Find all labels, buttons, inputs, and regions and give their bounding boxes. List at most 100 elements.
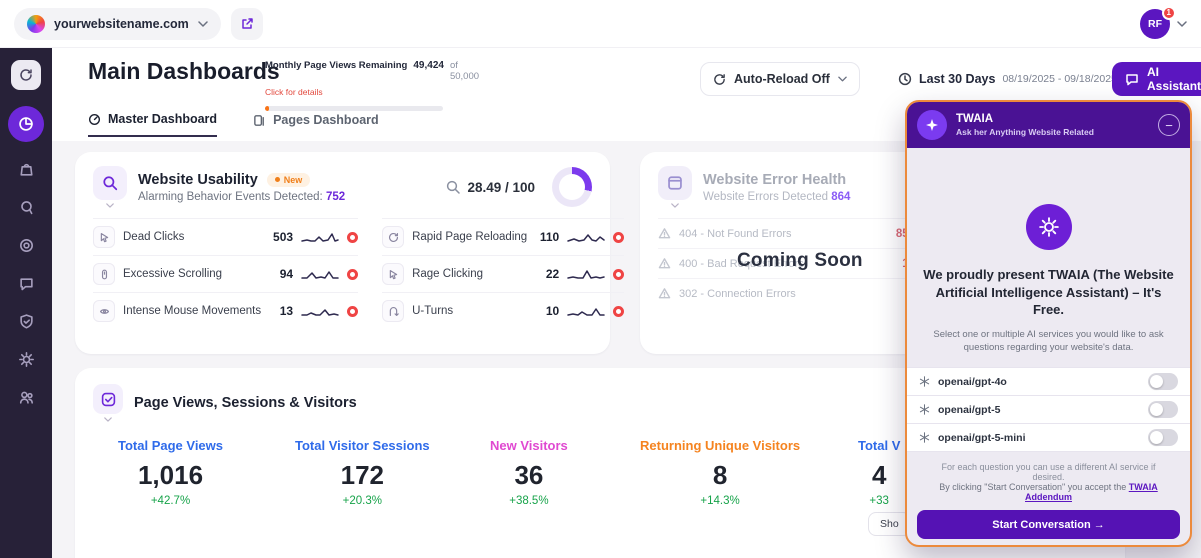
error-row: 404 - Not Found Errors 852 xyxy=(658,218,930,248)
metric-change: +42.7% xyxy=(151,495,190,507)
dashboard-tabs: Master Dashboard Pages Dashboard xyxy=(88,112,379,137)
metric-column: Total Visitor Sessions 172 +20.3% xyxy=(295,438,430,507)
alert-dot-icon xyxy=(613,232,624,243)
spiral-icon xyxy=(19,200,34,215)
sidebar-item-behavior[interactable] xyxy=(17,198,35,216)
expand-chevron-icon[interactable] xyxy=(671,203,679,208)
sidebar-item-collapse[interactable] xyxy=(11,60,41,90)
metric-label: U-Turns xyxy=(412,305,527,317)
usability-row: Excessive Scrolling 94 xyxy=(93,255,358,292)
shield-icon xyxy=(19,314,34,329)
metric-label: Total V xyxy=(858,438,900,453)
alert-dot-icon xyxy=(613,306,624,317)
error-label: 302 - Connection Errors xyxy=(679,288,901,300)
notification-badge: 1 xyxy=(1162,6,1176,20)
usability-row: Rage Clicking 22 xyxy=(382,255,624,292)
metric-value: 4 xyxy=(872,460,886,491)
twaia-subtitle: Ask her Anything Website Related xyxy=(956,127,1094,137)
auto-reload-dropdown[interactable]: Auto-Reload Off xyxy=(700,62,860,96)
sparkline-chart xyxy=(301,231,339,244)
page-title: Main Dashboards xyxy=(88,58,280,85)
quota-value: 49,424 xyxy=(413,60,444,71)
sidebar-item-ecommerce[interactable] xyxy=(17,160,35,178)
metric-value: 8 xyxy=(713,460,727,491)
quota-label: Monthly Page Views Remaining xyxy=(265,60,407,71)
metric-value: 10 xyxy=(535,304,559,318)
minimize-button[interactable]: − xyxy=(1158,114,1180,136)
tab-pages-dashboard[interactable]: Pages Dashboard xyxy=(253,112,379,137)
sidebar-item-visitors[interactable] xyxy=(17,388,35,406)
card-title: Website Error Health xyxy=(703,172,846,188)
avatar[interactable]: RF 1 xyxy=(1140,9,1170,39)
sparkline-chart xyxy=(567,305,605,318)
site-selector[interactable]: yourwebsitename.com xyxy=(14,8,221,40)
app-window: yourwebsitename.com RF 1 xyxy=(0,0,1201,558)
metric-label: Returning Unique Visitors xyxy=(640,438,800,453)
sparkline-chart xyxy=(567,268,605,281)
pointer-icon xyxy=(382,226,404,248)
usability-row: Intense Mouse Movements 13 xyxy=(93,292,358,329)
metric-label: New Visitors xyxy=(490,438,568,453)
date-range-label: Last 30 Days xyxy=(919,72,995,86)
mouse-icon xyxy=(93,300,115,322)
sidebar-item-communication[interactable] xyxy=(17,274,35,292)
external-link-icon xyxy=(240,17,254,31)
toggle-switch[interactable] xyxy=(1148,373,1178,390)
usability-card-icon xyxy=(93,166,127,200)
sidebar-item-dashboard[interactable] xyxy=(8,106,44,142)
chat-bubble-icon xyxy=(1125,72,1139,86)
gauge-icon xyxy=(88,113,101,126)
ai-service-label: openai/gpt-4o xyxy=(938,376,1007,388)
usability-score: 28.49 / 100 xyxy=(446,180,535,195)
metric-column: Returning Unique Visitors 8 +14.3% xyxy=(640,438,800,507)
badge-label: New xyxy=(284,175,303,185)
ai-service-row: openai/gpt-5 xyxy=(907,396,1190,424)
gear-icon xyxy=(1039,217,1059,237)
score-value: 28.49 / 100 xyxy=(467,180,535,195)
u-turn-icon xyxy=(382,300,404,322)
alert-dot-icon xyxy=(347,269,358,280)
sparkline-chart xyxy=(301,305,339,318)
sidebar-item-competition[interactable] xyxy=(17,236,35,254)
ai-assistant-label: AI Assistant xyxy=(1147,65,1201,93)
expand-chevron-icon[interactable] xyxy=(104,417,112,422)
user-menu[interactable]: RF 1 xyxy=(1140,9,1187,39)
usability-score-donut xyxy=(552,167,592,207)
avatar-initials: RF xyxy=(1148,18,1162,30)
quota-details-link[interactable]: Click for details xyxy=(265,87,323,97)
alert-dot-icon xyxy=(347,306,358,317)
quota-widget: Monthly Page Views Remaining 49,424 of 5… xyxy=(265,60,455,111)
gear-icon xyxy=(19,352,34,367)
expand-chevron-icon[interactable] xyxy=(106,203,114,208)
start-conversation-button[interactable]: Start Conversation → xyxy=(917,510,1180,539)
ai-assistant-button[interactable]: AI Assistant xyxy=(1112,62,1201,96)
usability-metrics-grid: Dead Clicks 503 Rapid Page Reloading 110 xyxy=(93,218,592,329)
metric-change: +33 xyxy=(869,495,889,507)
twaia-description: Select one or multiple AI services you w… xyxy=(925,328,1172,356)
sidebar xyxy=(0,48,52,558)
twaia-heading: We proudly present TWAIA (The Website Ar… xyxy=(922,266,1175,319)
users-icon xyxy=(19,390,34,405)
pages-icon xyxy=(253,114,266,127)
dashboard-icon xyxy=(18,116,34,132)
twaia-note: For each question you can use a differen… xyxy=(927,462,1170,482)
ai-service-row: openai/gpt-4o xyxy=(907,368,1190,396)
quota-progress-bar xyxy=(265,106,443,111)
sidebar-item-settings[interactable] xyxy=(17,350,35,368)
show-button-label: Sho xyxy=(880,518,899,530)
ai-services-list: openai/gpt-4o openai/gpt-5 openai/gpt-5-… xyxy=(907,367,1190,452)
sidebar-item-privacy[interactable] xyxy=(17,312,35,330)
alert-dot-icon xyxy=(347,232,358,243)
scroll-icon xyxy=(93,263,115,285)
card-subtitle: Website Errors Detected 864 xyxy=(703,191,850,203)
toggle-switch[interactable] xyxy=(1148,401,1178,418)
twaia-body: We proudly present TWAIA (The Website Ar… xyxy=(907,148,1190,547)
twaia-avatar xyxy=(917,110,947,140)
metric-label: Rage Clicking xyxy=(412,268,527,280)
metric-value: 172 xyxy=(341,460,384,491)
open-website-button[interactable] xyxy=(231,8,263,40)
tab-master-dashboard[interactable]: Master Dashboard xyxy=(88,112,217,137)
subtitle-text: Alarming Behavior Events Detected: xyxy=(138,191,323,203)
toggle-switch[interactable] xyxy=(1148,429,1178,446)
date-range-picker[interactable]: Last 30 Days 08/19/2025 - 09/18/2025 xyxy=(898,62,1132,96)
